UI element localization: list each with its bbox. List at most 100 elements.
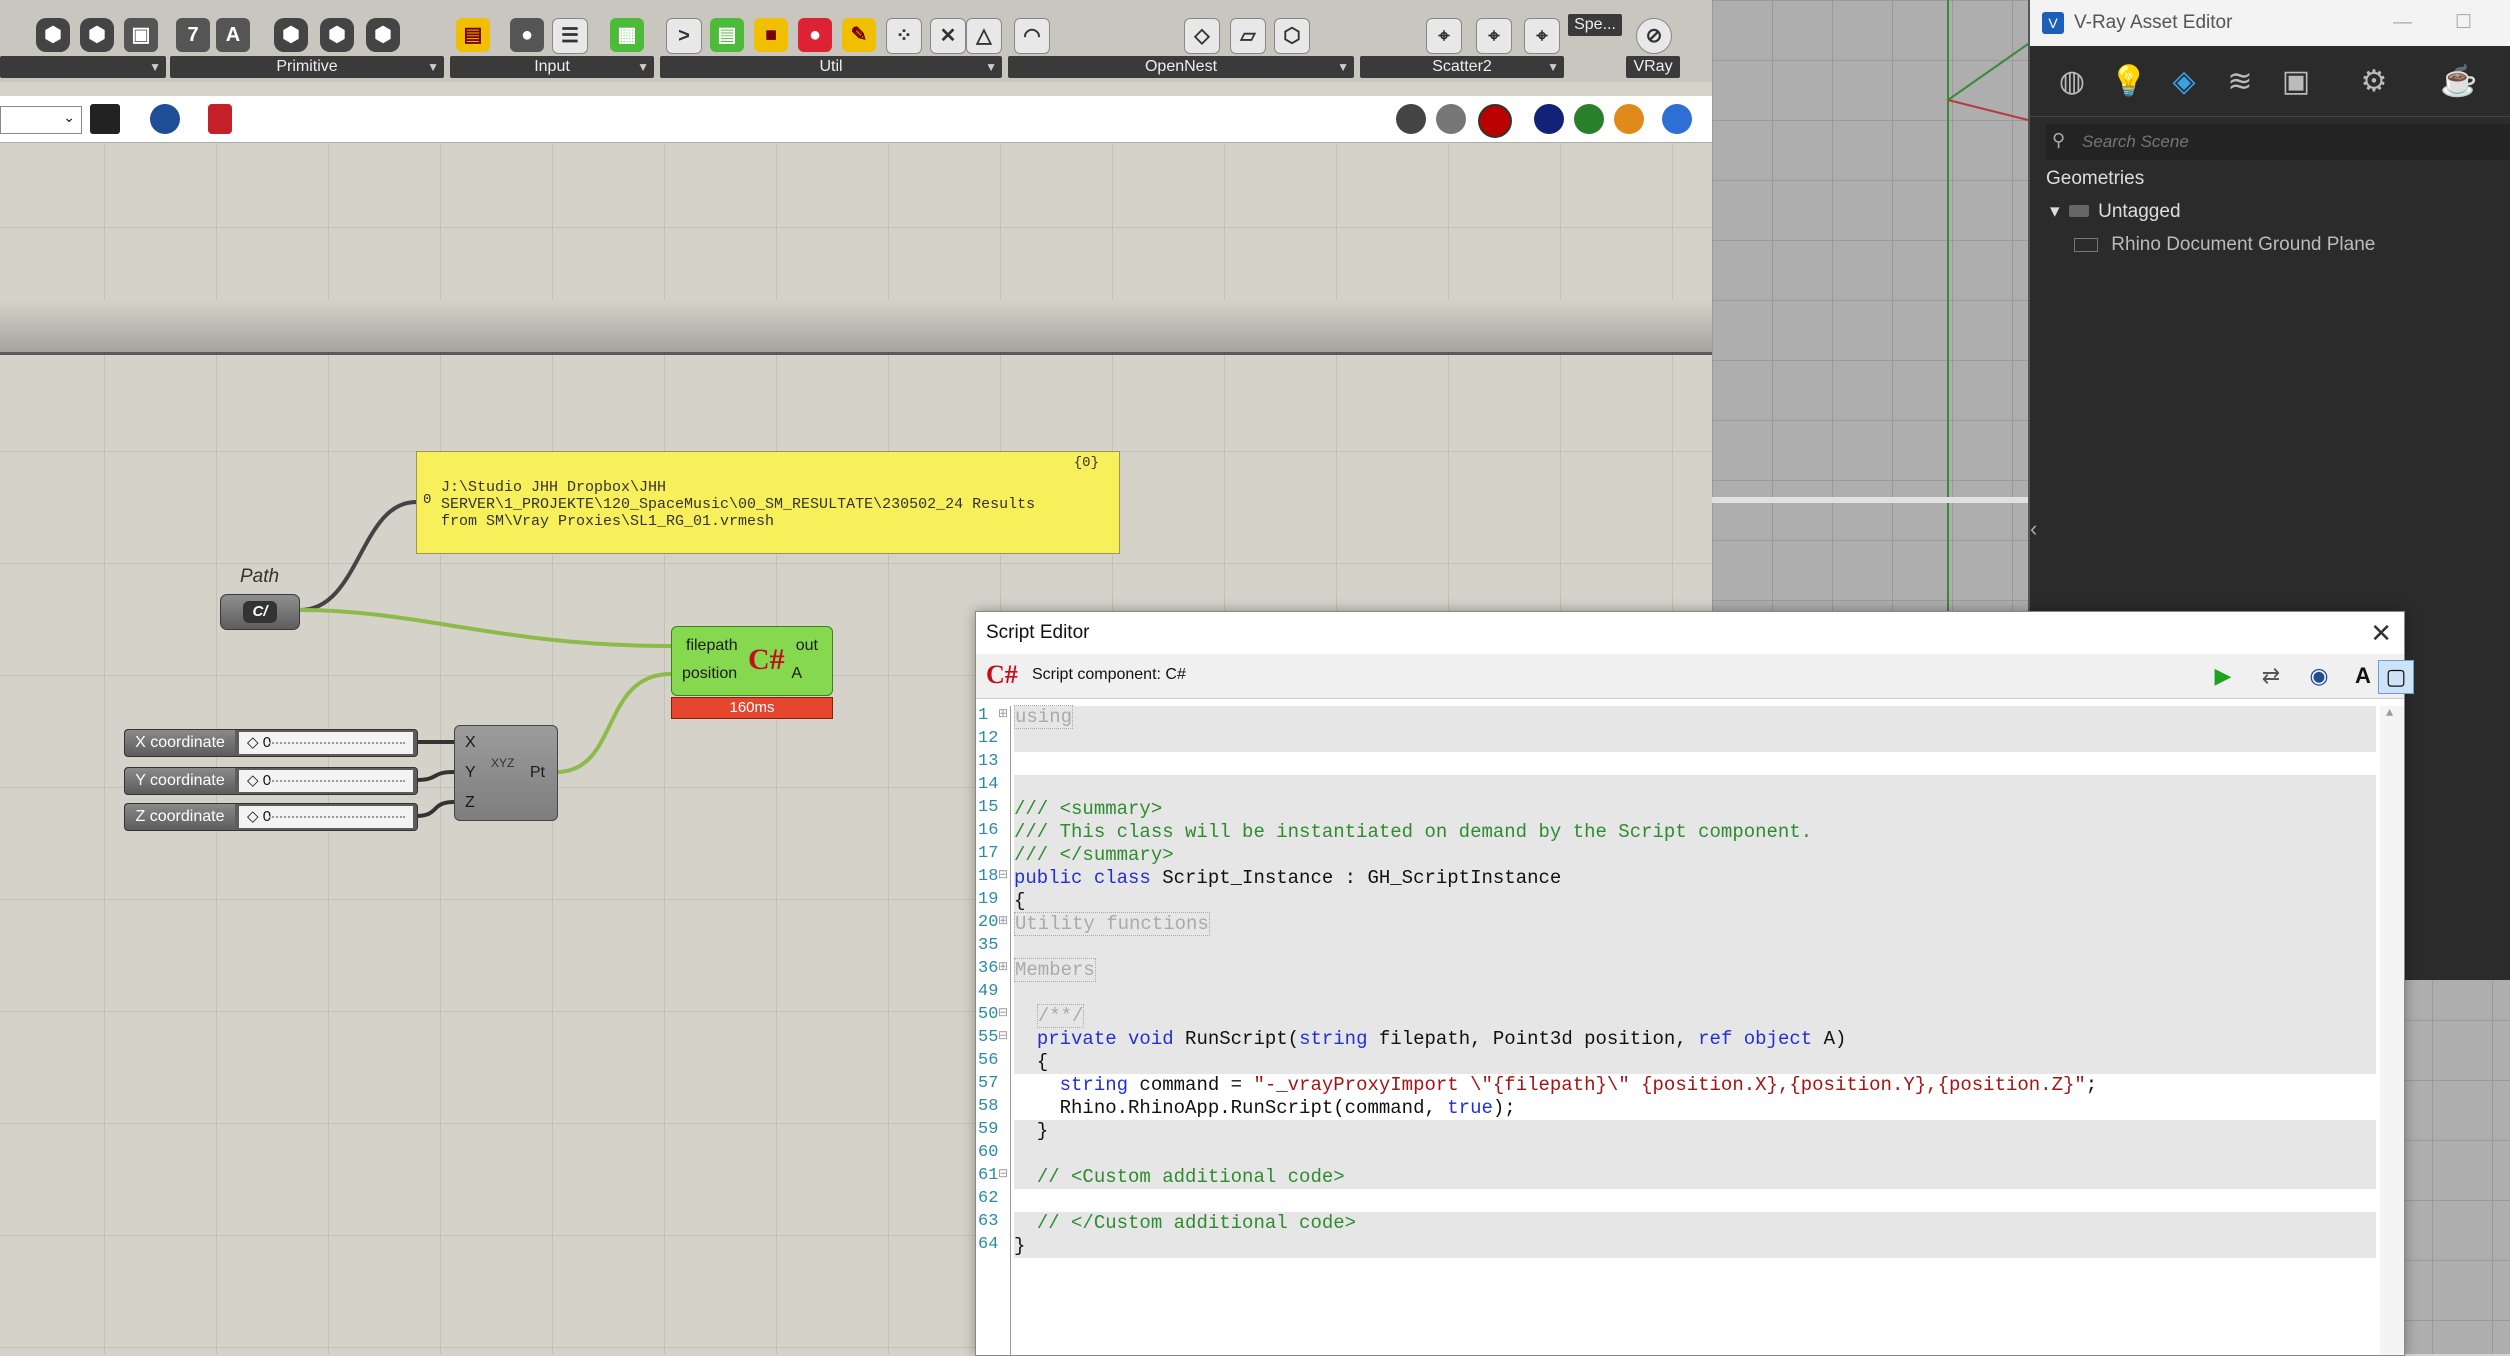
ribbon-group-label[interactable]: VRay [1626,56,1680,78]
circle-button-icon[interactable]: ● [510,18,544,52]
box-icon[interactable]: ▣ [124,18,158,52]
sphere-icon[interactable] [1662,104,1692,134]
wifi-icon[interactable]: ◠ [1014,18,1050,54]
zoom-dropdown[interactable]: ⌄ [0,106,82,134]
code-area[interactable]: using /// <summary>/// This class will be… [1014,705,2376,1355]
zoom-extents-icon[interactable] [90,104,120,134]
csharp-script-component[interactable]: filepath position out A C# [671,626,833,696]
code-line[interactable]: using [1014,705,2376,729]
code-line[interactable]: { [1014,890,2376,913]
code-line[interactable] [1014,775,2376,798]
material-icon[interactable] [1614,104,1644,134]
code-line[interactable]: /// </summary> [1014,844,2376,867]
cherry-icon[interactable]: ● [798,18,832,52]
tree-group-untagged[interactable]: ▾ Untagged [2050,200,2181,223]
path-parameter[interactable]: C/ [220,594,300,630]
search-input[interactable] [2080,128,2504,156]
code-line[interactable]: public class Script_Instance : GH_Script… [1014,867,2376,890]
ribbon-group-label[interactable]: Util ▼ [660,56,1002,78]
input-x[interactable]: X [465,734,476,752]
code-line[interactable]: Members [1014,958,2376,982]
preview-selected-icon[interactable] [1478,104,1512,138]
number-seven-icon[interactable]: 7 [176,18,210,52]
ribbon-group-label[interactable]: OpenNest ▼ [1008,56,1354,78]
code-line[interactable]: // </Custom additional code> [1014,1212,2376,1235]
vertical-scrollbar[interactable]: ▲ [2380,706,2404,1355]
fold-toggle-icon[interactable]: ⊟ [998,1028,1008,1043]
settings-gear-icon[interactable]: ⚙ [2356,64,2392,100]
grid-icon[interactable]: ▦ [610,18,644,52]
hex-shape-icon[interactable]: ⬢ [80,18,114,52]
run-play-icon[interactable]: ▶ [2206,660,2240,692]
code-line[interactable]: /// This class will be instantiated on d… [1014,821,2376,844]
csv-icon[interactable]: ▤ [710,18,744,52]
shapes-icon[interactable]: ▱ [1230,18,1266,54]
code-line[interactable] [1014,936,2376,959]
list-icon[interactable]: ☰ [552,18,588,54]
construct-point-component[interactable]: X Y Z XYZ Pt [454,725,558,821]
slider-value[interactable]: ◇ 0 [239,806,413,828]
code-line[interactable]: Utility functions [1014,912,2376,936]
render-elements-icon[interactable]: ▣ [2278,64,2314,100]
scatter-icon[interactable]: ⌖ [1426,18,1462,54]
fold-toggle-icon[interactable]: ⊟ [998,1005,1008,1020]
tree-item-ground-plane[interactable]: Rhino Document Ground Plane [2074,234,2375,256]
code-line[interactable] [1014,729,2376,752]
z-coordinate-slider[interactable]: Z coordinate ◇ 0 [124,803,418,831]
minimize-icon[interactable]: — [2393,0,2412,46]
code-line[interactable]: private void RunScript(string filepath, … [1014,1028,2376,1051]
render-icon[interactable] [1574,104,1604,134]
text-panel[interactable]: {0} 0 J:\Studio JHH Dropbox\JHH SERVER\1… [416,451,1120,554]
ribbon-group-label[interactable]: Primitive ▼ [170,56,444,78]
circle-icon[interactable]: ⊘ [1636,18,1672,54]
render-icon[interactable] [1534,104,1564,134]
input-y[interactable]: Y [465,764,476,782]
tree-root-geometries[interactable]: Geometries [2046,168,2144,190]
pencil-icon[interactable]: ✎ [842,18,876,52]
code-line[interactable]: } [1014,1120,2376,1143]
hex-shape-icon[interactable]: ⬢ [320,18,354,52]
slider-value[interactable]: ◇ 0 [239,770,413,792]
preview-eye-icon[interactable]: ◉ [2302,660,2336,692]
y-coordinate-slider[interactable]: Y coordinate ◇ 0 [124,767,418,795]
expand-arrow-icon[interactable]: ▾ [2050,201,2060,222]
shapes-icon[interactable]: ⬡ [1274,18,1310,54]
lights-icon[interactable]: 💡 [2110,64,2147,100]
geometry-icon[interactable]: ◈ [2166,64,2202,100]
output-pt[interactable]: Pt [530,764,545,782]
window-mode-icon[interactable]: ▢ [2378,660,2414,694]
teapot-render-icon[interactable]: ☕ [2440,64,2477,100]
preview-mode-icon[interactable] [1396,104,1426,134]
input-z[interactable]: Z [465,794,475,812]
scatter-icon[interactable]: ⌖ [1476,18,1512,54]
fold-toggle-icon[interactable]: ⊞ [998,959,1008,974]
fold-toggle-icon[interactable]: ⊞ [998,706,1008,721]
scroll-up-icon[interactable]: ▲ [2386,706,2393,720]
code-line[interactable]: // <Custom additional code> [1014,1166,2376,1189]
font-icon[interactable]: A [2346,660,2380,692]
ribbon-group-label[interactable]: ▼ [0,56,166,78]
vray-title-bar[interactable]: V V-Ray Asset Editor — ☐ [2030,0,2510,46]
text-a-icon[interactable]: A [216,18,250,52]
hex-shape-icon[interactable]: ⬢ [36,18,70,52]
close-icon[interactable]: ✕ [2370,612,2392,654]
grid-dots-icon[interactable]: ⁘ [886,18,922,54]
code-line[interactable]: } [1014,1235,2376,1258]
box-icon[interactable]: ■ [754,18,788,52]
script-editor-title-bar[interactable]: Script Editor ✕ [976,612,2404,654]
slider-chart-icon[interactable]: ▤ [456,18,490,52]
play-icon[interactable]: > [666,18,702,54]
ribbon-group-label[interactable]: Scatter2 ▼ [1360,56,1564,78]
collapse-panel-icon[interactable]: ‹ [2030,516,2042,546]
fold-toggle-icon[interactable]: ⊞ [998,913,1008,928]
input-position[interactable]: position [682,665,737,683]
hex-shape-icon[interactable]: ⬢ [274,18,308,52]
triangle-icon[interactable]: △ [966,18,1002,54]
fold-toggle-icon[interactable]: ⊟ [998,867,1008,882]
x-coordinate-slider[interactable]: X coordinate ◇ 0 [124,729,418,757]
fold-toggle-icon[interactable]: ⊟ [998,1166,1008,1181]
materials-icon[interactable]: ◍ [2054,64,2090,100]
output-a[interactable]: A [791,665,802,683]
scatter-cross-icon[interactable]: ✕ [930,18,966,54]
ribbon-group-label[interactable]: Input ▼ [450,56,654,78]
